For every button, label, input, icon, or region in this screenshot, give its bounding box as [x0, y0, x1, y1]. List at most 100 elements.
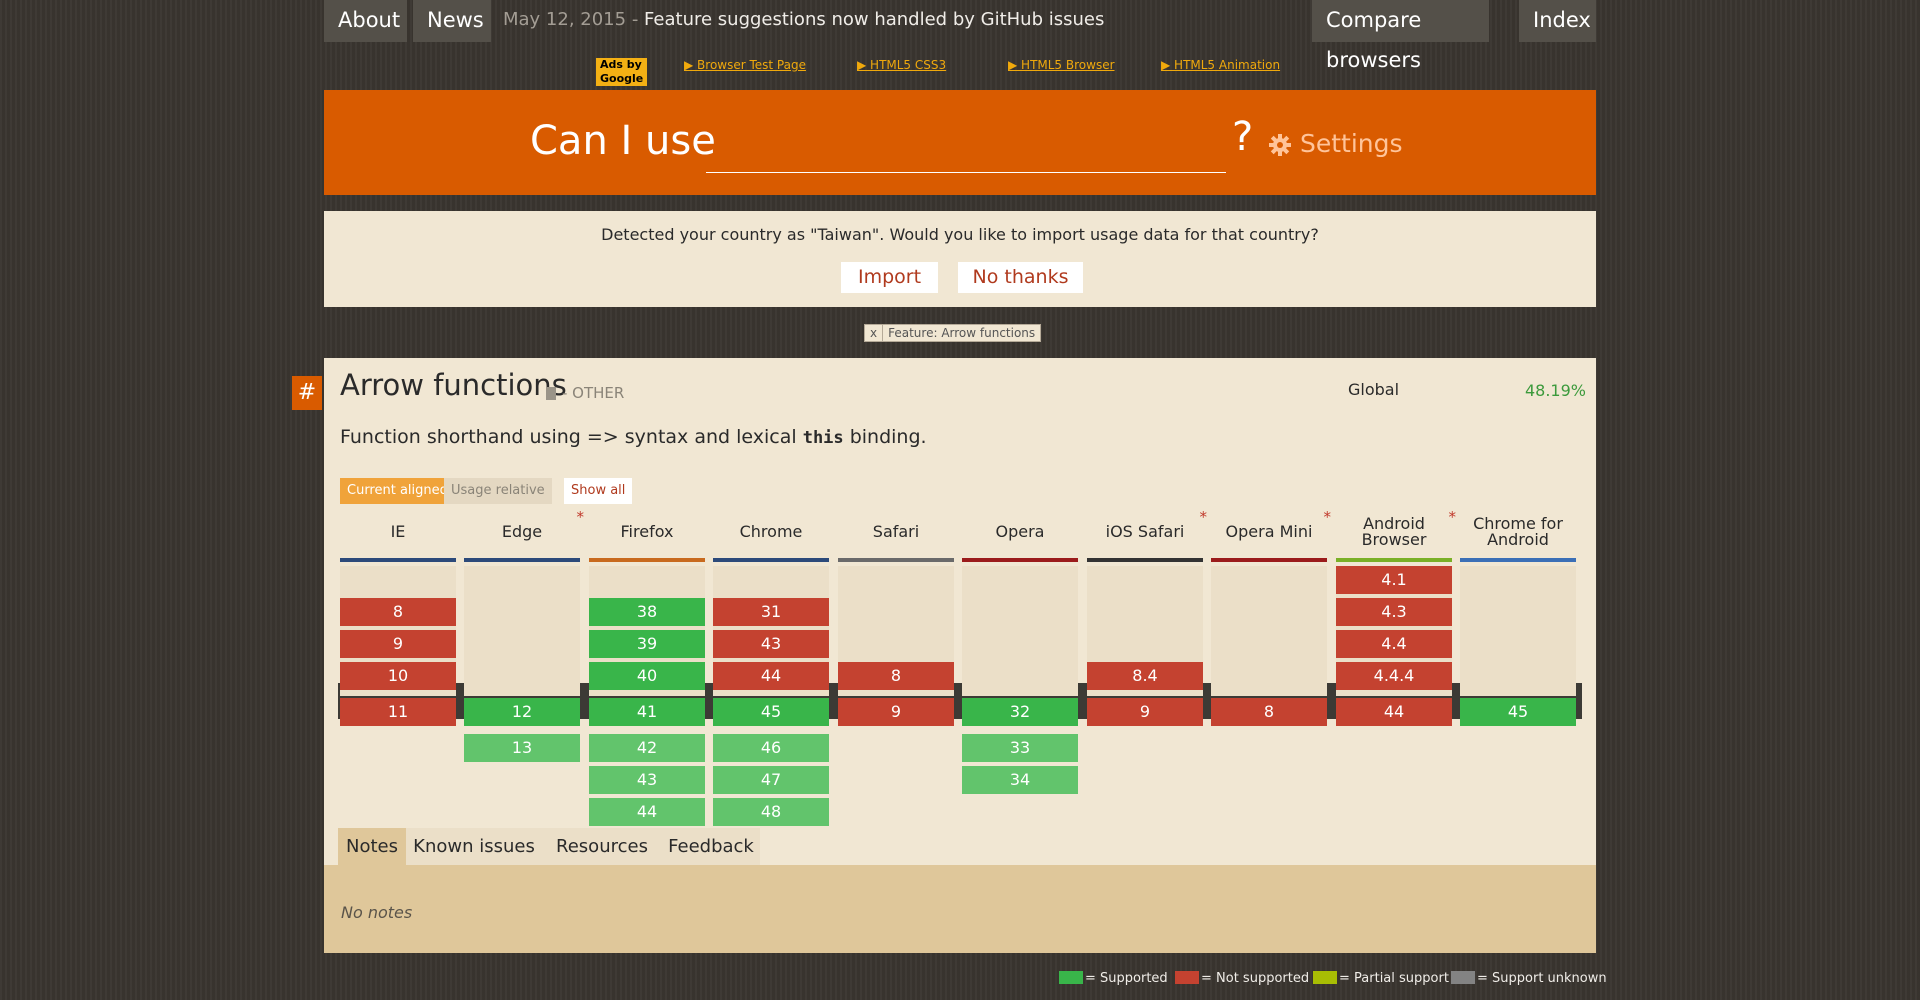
- future-version-cell[interactable]: 46: [713, 734, 829, 762]
- detail-tabs: Notes Known issues (0) Resources (5) Fee…: [324, 828, 1596, 894]
- desc-arrow: =>: [586, 426, 619, 448]
- version-cell[interactable]: 10: [340, 662, 456, 690]
- browser-name: Safari: [872, 522, 920, 541]
- supported-swatch: [1059, 971, 1083, 984]
- current-version-cell[interactable]: 11: [340, 698, 456, 726]
- current-version-cell[interactable]: 9: [838, 698, 954, 726]
- current-aligned-toggle[interactable]: Current aligned: [340, 478, 455, 504]
- browser-name: iOS Safari: [1105, 522, 1185, 541]
- show-all-button[interactable]: Show all: [564, 478, 633, 504]
- version-cell[interactable]: 4.3: [1336, 598, 1452, 626]
- filter-tag: Feature: Arrow functions: [888, 326, 1036, 340]
- top-nav: About News May 12, 2015 - Feature sugges…: [324, 0, 1596, 72]
- browser-name: Firefox: [620, 522, 674, 541]
- tab-feedback[interactable]: Feedback: [662, 828, 760, 865]
- partial-swatch: [1313, 971, 1337, 984]
- current-version-cell[interactable]: 9: [1087, 698, 1203, 726]
- compare-browsers-button[interactable]: Compare browsers: [1312, 0, 1489, 72]
- browser-name: Android Browser: [1361, 514, 1427, 549]
- future-version-cell[interactable]: 44: [589, 798, 705, 826]
- tab-resources[interactable]: Resources (5): [542, 828, 662, 894]
- notes-text: No notes: [341, 903, 413, 922]
- desc-part: binding.: [849, 426, 927, 448]
- browser-color-line: [838, 558, 954, 562]
- past-versions-area: [962, 566, 1078, 696]
- feature-description: Function shorthand using => syntax and l…: [340, 426, 927, 448]
- version-cell[interactable]: 8.4: [1087, 662, 1203, 690]
- browser-color-line: [713, 558, 829, 562]
- gear-icon: [1269, 134, 1291, 156]
- ad-link-html5-css3[interactable]: ▶ HTML5 CSS3: [857, 56, 946, 74]
- search-input[interactable]: [706, 128, 1226, 173]
- version-cell[interactable]: 38: [589, 598, 705, 626]
- browser-color-line: [340, 558, 456, 562]
- version-cell[interactable]: 4.4: [1336, 630, 1452, 658]
- current-version-cell[interactable]: 44: [1336, 698, 1452, 726]
- browser-note-star[interactable]: *: [577, 508, 585, 526]
- ad-link-html5-browser[interactable]: ▶ HTML5 Browser: [1008, 56, 1115, 74]
- nav-index-button[interactable]: Index: [1519, 0, 1596, 42]
- ad-link-html5-animation[interactable]: ▶ HTML5 Animation: [1161, 56, 1280, 74]
- news-headline[interactable]: May 12, 2015 - Feature suggestions now h…: [503, 0, 1104, 42]
- settings-label: Settings: [1300, 129, 1403, 158]
- settings-button[interactable]: Settings: [1268, 129, 1403, 158]
- version-cell[interactable]: 4.1: [1336, 566, 1452, 594]
- category-label: - OTHER: [562, 384, 625, 402]
- document-icon[interactable]: [546, 387, 556, 400]
- browser-name: Edge: [501, 522, 543, 541]
- browser-note-star[interactable]: *: [1449, 508, 1457, 526]
- current-version-cell[interactable]: 45: [1460, 698, 1576, 726]
- desc-code: this: [802, 428, 844, 448]
- nav-news-button[interactable]: News: [413, 0, 491, 42]
- no-thanks-button[interactable]: No thanks: [958, 262, 1083, 293]
- tab-known-issues[interactable]: Known issues (0): [406, 828, 542, 894]
- future-version-cell[interactable]: 47: [713, 766, 829, 794]
- legend-supported: = Supported: [1059, 970, 1168, 988]
- legend-label: = Not supported: [1201, 971, 1310, 986]
- current-version-cell[interactable]: 8: [1211, 698, 1327, 726]
- future-version-cell[interactable]: 13: [464, 734, 580, 762]
- version-cell[interactable]: 31: [713, 598, 829, 626]
- version-cell[interactable]: 9: [340, 630, 456, 658]
- filter-close-button[interactable]: x: [865, 325, 884, 341]
- feature-title[interactable]: Arrow functions: [340, 368, 567, 402]
- version-cell[interactable]: 44: [713, 662, 829, 690]
- version-cell[interactable]: 43: [713, 630, 829, 658]
- version-cell[interactable]: 8: [340, 598, 456, 626]
- import-button[interactable]: Import: [841, 262, 938, 293]
- country-message: Detected your country as "Taiwan". Would…: [601, 225, 1319, 244]
- ads-by-google-badge[interactable]: Ads by Google: [596, 58, 648, 86]
- browser-note-star[interactable]: *: [1200, 508, 1208, 526]
- feature-anchor-link[interactable]: #: [292, 376, 322, 410]
- past-versions-area: [464, 566, 580, 696]
- browser-name: Chrome: [739, 522, 803, 541]
- current-version-cell[interactable]: 45: [713, 698, 829, 726]
- usage-relative-toggle[interactable]: Usage relative: [444, 478, 552, 504]
- current-version-cell[interactable]: 41: [589, 698, 705, 726]
- nav-about-button[interactable]: About: [324, 0, 407, 42]
- news-date: May 12, 2015 -: [503, 9, 639, 30]
- legend-not-supported: = Not supported: [1175, 970, 1309, 988]
- version-cell[interactable]: 40: [589, 662, 705, 690]
- browser-color-line: [1336, 558, 1452, 562]
- ad-link-browser-test[interactable]: ▶ Browser Test Page: [684, 56, 806, 74]
- future-version-cell[interactable]: 34: [962, 766, 1078, 794]
- version-cell[interactable]: 8: [838, 662, 954, 690]
- future-version-cell[interactable]: 33: [962, 734, 1078, 762]
- search-header: Can I use ? Settings: [324, 90, 1596, 195]
- legend-label: = Support unknown: [1477, 971, 1607, 986]
- global-label: Global: [1348, 380, 1400, 399]
- feature-panel: Arrow functions - OTHER Global 48.19% Fu…: [324, 358, 1596, 953]
- version-cell[interactable]: 4.4.4: [1336, 662, 1452, 690]
- future-version-cell[interactable]: 43: [589, 766, 705, 794]
- browser-name: Opera Mini: [1225, 522, 1313, 541]
- version-cell[interactable]: 39: [589, 630, 705, 658]
- current-version-cell[interactable]: 12: [464, 698, 580, 726]
- legend-partial: = Partial support: [1313, 970, 1449, 988]
- current-version-cell[interactable]: 32: [962, 698, 1078, 726]
- browser-color-line: [589, 558, 705, 562]
- browser-note-star[interactable]: *: [1324, 508, 1332, 526]
- future-version-cell[interactable]: 42: [589, 734, 705, 762]
- future-version-cell[interactable]: 48: [713, 798, 829, 826]
- tab-notes[interactable]: Notes: [338, 828, 406, 865]
